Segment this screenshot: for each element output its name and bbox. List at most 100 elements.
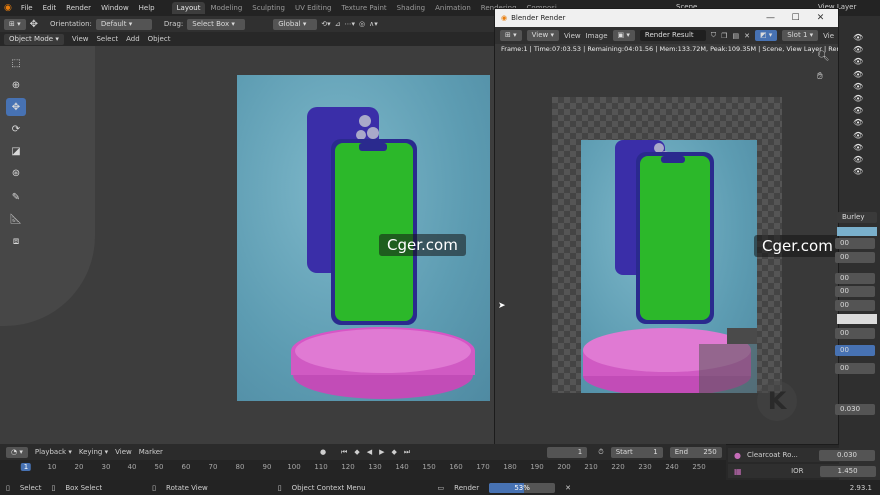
menu-add[interactable]: Add (126, 35, 140, 43)
eye-icon[interactable]: 👁︎ (853, 69, 875, 81)
tab-texture-paint[interactable]: Texture Paint (337, 2, 392, 14)
pan-hand-icon[interactable]: ✋︎ (817, 71, 823, 82)
eye-icon[interactable]: 👁︎ (853, 142, 875, 154)
prop-value-2[interactable]: 00 (835, 252, 875, 263)
record-icon[interactable]: ● (320, 448, 326, 456)
menu-view[interactable]: View (72, 35, 89, 43)
prev-keyframe-icon[interactable]: ◆ (354, 448, 359, 456)
slot-dropdown[interactable]: Slot 1 ▾ (782, 30, 819, 41)
drag-dropdown[interactable]: Select Box ▾ (187, 18, 246, 30)
render-window[interactable]: ◉ Blender Render — ☐ ✕ ⊞ ▾ View ▾ View I… (494, 8, 841, 445)
eye-icon[interactable]: 👁︎ (853, 130, 875, 142)
prop-value-8[interactable]: 00 (835, 363, 875, 374)
minimize-icon[interactable]: — (758, 9, 783, 27)
snap-increment-icon[interactable]: ⋯▾ (345, 20, 356, 28)
3d-viewport[interactable]: ⬚ ⊕ ✥ ⟳ ◪ ⊛ ✎ 📐︎ ⧈ Cger.com (0, 46, 495, 444)
prop-value-4[interactable]: 00 (835, 286, 875, 297)
editor-type-selector[interactable]: ⊞ ▾ (4, 18, 26, 30)
frame-ruler[interactable]: 1 10 20 30 40 50 60 70 80 90 100 110 120… (0, 460, 726, 480)
proportional-editing-icon[interactable]: ◎ (359, 20, 365, 28)
menu-keying[interactable]: Keying ▾ (79, 448, 108, 456)
new-image-icon[interactable]: ❐ (721, 32, 727, 40)
render-window-titlebar[interactable]: ◉ Blender Render — ☐ ✕ (495, 9, 838, 27)
prop-value-7[interactable]: 00 (835, 345, 875, 356)
eye-icon[interactable]: 👁︎ (853, 44, 875, 56)
pivot-icon[interactable]: ⟲▾ (321, 20, 330, 28)
blender-logo-icon[interactable]: ◉ (4, 3, 12, 13)
subsurface-method-dropdown[interactable]: Burley (837, 212, 877, 223)
eye-icon[interactable]: 👁︎ (853, 32, 875, 44)
select-tool-icon[interactable]: ⬚ (6, 54, 26, 72)
timeline-editor[interactable]: ◔ ▾ Playback ▾ Keying ▾ View Marker ● ⏮ … (0, 444, 726, 480)
image-editor-type-selector[interactable]: ⊞ ▾ (500, 30, 522, 41)
menu-image[interactable]: Image (586, 32, 608, 40)
image-name-field[interactable]: Render Result (639, 30, 706, 41)
tab-uv-editing[interactable]: UV Editing (290, 2, 337, 14)
open-image-icon[interactable]: ▤ (732, 32, 739, 40)
play-reverse-icon[interactable]: ◀ (367, 448, 372, 456)
orientation-dropdown[interactable]: Default ▾ (95, 18, 152, 30)
tab-layout[interactable]: Layout (171, 2, 206, 14)
menu-edit[interactable]: Edit (38, 4, 62, 12)
transform-orientation-dropdown[interactable]: Global ▾ (273, 18, 318, 30)
prop-partial-value[interactable]: 0.030 (835, 404, 875, 415)
eye-icon[interactable]: 👁︎ (853, 81, 875, 93)
timeline-editor-type[interactable]: ◔ ▾ (6, 446, 28, 458)
rotate-tool-icon[interactable]: ⟳ (6, 120, 26, 138)
menu-help[interactable]: Help (134, 4, 160, 12)
subsurface-color-field[interactable] (837, 227, 877, 236)
eye-icon[interactable]: 👁︎ (853, 56, 875, 68)
view-mode-dropdown[interactable]: View ▾ (526, 30, 559, 41)
add-cube-tool-icon[interactable]: ⧈ (6, 232, 26, 250)
tab-animation[interactable]: Animation (430, 2, 476, 14)
prop-value-3[interactable]: 00 (835, 273, 875, 284)
maximize-icon[interactable]: ☐ (783, 9, 808, 27)
transform-tool-icon[interactable]: ⊛ (6, 164, 26, 182)
scale-tool-icon[interactable]: ◪ (6, 142, 26, 160)
view-layer-dropdown[interactable]: Vie (823, 32, 834, 40)
next-keyframe-icon[interactable]: ◆ (392, 448, 397, 456)
frame-tick[interactable]: 1 (20, 463, 32, 471)
mode-dropdown[interactable]: Object Mode ▾ (4, 33, 64, 45)
eye-icon[interactable]: 👁︎ (853, 117, 875, 129)
prop-value-1[interactable]: 00 (835, 238, 875, 249)
menu-object[interactable]: Object (148, 35, 171, 43)
menu-window[interactable]: Window (96, 4, 134, 12)
menu-image-view[interactable]: View (564, 32, 581, 40)
jump-start-icon[interactable]: ⏮ (341, 448, 347, 457)
snap-icon[interactable]: ⊿ (335, 20, 341, 28)
ior-field[interactable]: 1.450 (819, 465, 876, 477)
play-icon[interactable]: ▶ (379, 448, 384, 456)
start-frame-field[interactable]: Start 1 (610, 446, 663, 458)
tab-shading[interactable]: Shading (392, 2, 430, 14)
measure-tool-icon[interactable]: 📐︎ (6, 210, 26, 228)
image-browse-icon[interactable]: ▣ ▾ (612, 30, 635, 41)
menu-marker[interactable]: Marker (139, 448, 163, 456)
menu-playback[interactable]: Playback ▾ (35, 448, 72, 456)
jump-end-icon[interactable]: ⏭ (404, 448, 410, 457)
stopwatch-icon[interactable]: ⏱ (598, 448, 603, 457)
fake-user-icon[interactable]: ⛉ (711, 31, 716, 40)
move-tool-icon[interactable]: ✥ (30, 19, 38, 30)
tab-sculpting[interactable]: Sculpting (247, 2, 290, 14)
node-socket-icon[interactable]: ● (734, 451, 741, 460)
tab-modeling[interactable]: Modeling (205, 2, 247, 14)
eye-icon[interactable]: 👁︎ (853, 93, 875, 105)
clearcoat-roughness-field[interactable]: 0.030 (818, 449, 875, 461)
annotate-tool-icon[interactable]: ✎ (6, 188, 26, 206)
eye-icon[interactable]: 👁︎ (853, 166, 875, 178)
cursor-tool-icon[interactable]: ⊕ (6, 76, 26, 94)
cancel-render-icon[interactable]: ✕ (565, 484, 571, 492)
node-socket-icon[interactable]: ▦ (734, 467, 742, 476)
close-icon[interactable]: ✕ (808, 9, 833, 27)
move-tool-button-icon[interactable]: ✥ (6, 98, 26, 116)
menu-render[interactable]: Render (61, 4, 96, 12)
eye-icon[interactable]: 👁︎ (853, 154, 875, 166)
current-frame-field[interactable]: 1 (547, 446, 588, 458)
prop-value-5[interactable]: 00 (835, 300, 875, 311)
zoom-icon[interactable]: 🔍︎ (817, 51, 830, 62)
menu-timeline-view[interactable]: View (115, 448, 132, 456)
eye-icon[interactable]: 👁︎ (853, 105, 875, 117)
menu-select[interactable]: Select (96, 35, 118, 43)
unlink-icon[interactable]: ✕ (744, 32, 750, 40)
